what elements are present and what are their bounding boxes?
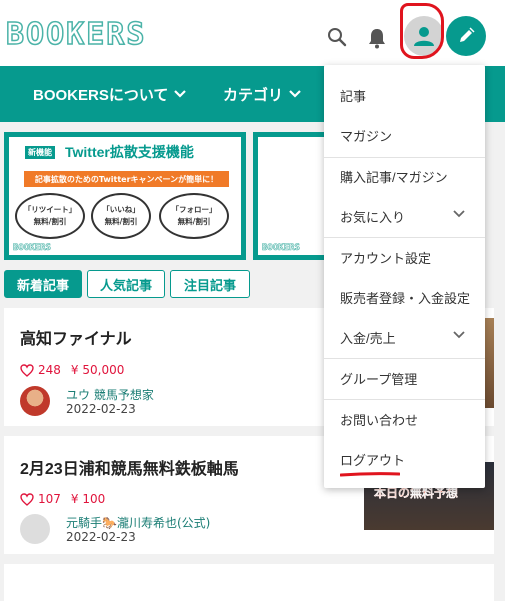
follow-bubble: 「フォロー」 無料/割引	[159, 193, 229, 239]
bell-icon[interactable]	[366, 26, 388, 50]
twitter-feature-banner[interactable]: 新機能 Twitter拡散支援機能 記事拡散のためのTwitterキャンペーンが…	[4, 132, 246, 260]
pen-icon	[460, 27, 475, 42]
article-title[interactable]: 高知ファイナル	[20, 325, 132, 349]
like-count: 248	[38, 363, 61, 377]
menu-item-favorites[interactable]: お気に入り	[324, 196, 485, 236]
menu-item-account-settings[interactable]: アカウント設定	[324, 237, 485, 277]
site-logo[interactable]: BOOKERS	[5, 19, 146, 51]
chevron-down-icon	[174, 90, 187, 98]
menu-item-seller-registration[interactable]: 販売者登録・入金設定	[324, 277, 485, 317]
author-name[interactable]: 元騎手🐎瀧川寿希也(公式)	[66, 514, 210, 531]
price: ¥ 100	[70, 492, 106, 506]
author-avatar[interactable]	[20, 386, 50, 416]
menu-item-magazine[interactable]: マガジン	[324, 115, 485, 155]
banner-logo: BOOKERS	[13, 243, 52, 254]
banner-logo: BOOKERS	[262, 243, 301, 254]
nav-item-category[interactable]: カテゴリ	[223, 66, 301, 122]
menu-item-group-management[interactable]: グループ管理	[324, 358, 485, 398]
header: BOOKERS	[0, 0, 505, 66]
chevron-down-icon	[453, 210, 465, 218]
banner-title: Twitter拡散支援機能	[65, 144, 194, 160]
secondary-banner[interactable]: BOOKERS	[253, 132, 333, 260]
article-date: 2022-02-23	[66, 530, 136, 544]
article-title[interactable]: 2月23日浦和競馬無料鉄板軸馬	[20, 455, 239, 479]
like-bubble: 「いいね」 無料/割引	[91, 193, 151, 239]
chevron-down-icon	[289, 90, 301, 98]
user-dropdown-menu: 記事 マガジン 購入記事/マガジン お気に入り アカウント設定 販売者登録・入金…	[324, 65, 485, 488]
author-avatar[interactable]	[20, 514, 50, 544]
heart-icon	[20, 363, 34, 377]
tab-new-articles[interactable]: 新着記事	[4, 270, 82, 298]
new-feature-badge: 新機能	[25, 146, 55, 159]
annotation-circle	[400, 3, 444, 59]
like-count: 107	[38, 492, 61, 506]
annotation-underline	[340, 472, 400, 477]
author-name[interactable]: ユウ 競馬予想家	[66, 386, 154, 403]
menu-item-contact[interactable]: お問い合わせ	[324, 399, 485, 439]
heart-icon	[20, 492, 34, 506]
search-icon[interactable]	[326, 26, 348, 48]
tab-popular-articles[interactable]: 人気記事	[87, 270, 165, 298]
article-stats: 107 ¥ 100	[20, 492, 105, 506]
menu-item-payments-sales[interactable]: 入金/売上	[324, 317, 485, 357]
article-stats: 248 ¥ 50,000	[20, 363, 124, 377]
tab-featured-articles[interactable]: 注目記事	[170, 270, 250, 298]
article-date: 2022-02-23	[66, 402, 136, 416]
nav-item-about[interactable]: BOOKERSについて	[33, 66, 187, 122]
chevron-down-icon	[453, 331, 465, 339]
price: ¥ 50,000	[70, 363, 125, 377]
retweet-bubble: 「リツイート」 無料/割引	[15, 193, 85, 239]
menu-item-purchased[interactable]: 購入記事/マガジン	[324, 156, 485, 196]
menu-item-articles[interactable]: 記事	[324, 75, 485, 115]
banner-subtitle: 記事拡散のためのTwitterキャンペーンが簡単に！	[24, 171, 229, 187]
write-article-button[interactable]	[446, 16, 486, 56]
article-card[interactable]	[4, 564, 494, 601]
